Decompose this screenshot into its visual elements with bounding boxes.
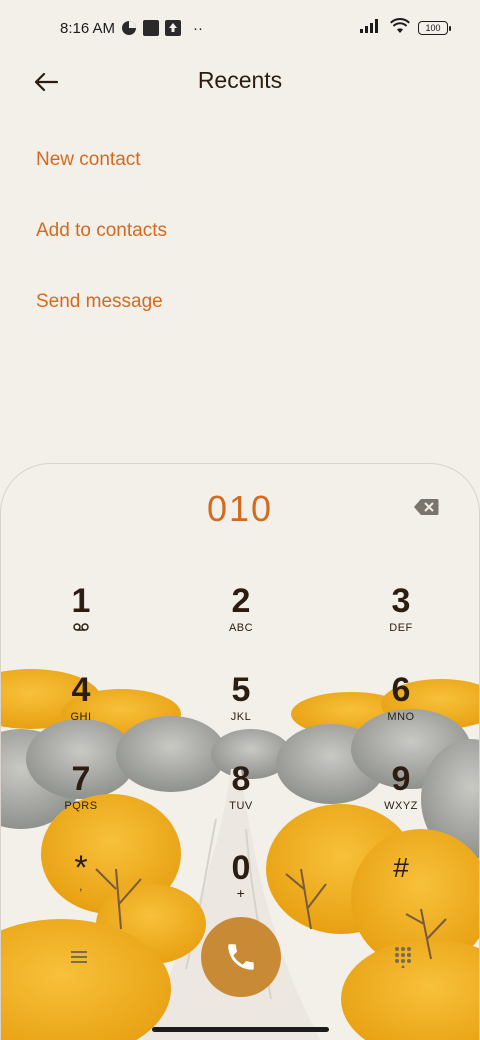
key-letters: DEF — [389, 622, 413, 634]
header: Recents — [0, 56, 480, 108]
key-letters: JKL — [230, 711, 252, 723]
battery-icon: 100 — [418, 21, 451, 35]
upload-icon — [165, 20, 182, 36]
key-letters: + — [236, 885, 246, 901]
key-digit: 1 — [71, 582, 91, 620]
action-list: New contact Add to contacts Send message — [36, 128, 167, 341]
key-digit: 0 — [231, 849, 251, 887]
data-saver-icon — [121, 20, 137, 36]
key-digit: 8 — [231, 760, 251, 798]
home-indicator[interactable] — [152, 1027, 329, 1032]
status-bar: 8:16 AM ·· 100 — [0, 0, 480, 56]
key-letters: , — [79, 881, 83, 893]
notification-square-icon — [143, 20, 160, 36]
key-digit: 5 — [231, 671, 251, 709]
key-6[interactable]: 6 MNO — [351, 671, 451, 751]
dialer-panel: 010 1 2 ABC 3 DEF 4 GHI 5 JKL 6 MNO 7 PQ… — [0, 463, 480, 1040]
key-digit: 4 — [71, 671, 91, 709]
key-digit: 2 — [231, 582, 251, 620]
key-letters: TUV — [229, 800, 253, 812]
key-letters: WXYZ — [384, 800, 418, 812]
key-letters: ABC — [228, 622, 254, 634]
page-title: Recents — [197, 67, 283, 93]
key-digit: 9 — [391, 760, 411, 798]
voicemail-icon — [31, 622, 131, 634]
key-star[interactable]: * , — [31, 849, 131, 929]
status-time: 8:16 AM — [60, 19, 116, 37]
call-button[interactable] — [201, 917, 281, 997]
key-letters: PQRS — [64, 800, 98, 812]
more-notifications: ·· — [193, 19, 204, 37]
key-letters: GHI — [70, 711, 92, 723]
key-digit: # — [393, 852, 409, 883]
key-5[interactable]: 5 JKL — [191, 671, 291, 751]
dialpad-toggle-button[interactable] — [383, 939, 423, 975]
key-1[interactable]: 1 — [31, 582, 131, 662]
wifi-icon — [390, 18, 410, 38]
key-4[interactable]: 4 GHI — [31, 671, 131, 751]
signal-icon — [360, 19, 382, 37]
key-letters: MNO — [387, 711, 415, 723]
key-9[interactable]: 9 WXYZ — [351, 760, 451, 840]
add-to-contacts-link[interactable]: Add to contacts — [36, 199, 167, 270]
send-message-link[interactable]: Send message — [36, 270, 167, 341]
key-2[interactable]: 2 ABC — [191, 582, 291, 662]
menu-button[interactable] — [59, 939, 99, 975]
phone-icon — [228, 944, 254, 970]
key-7[interactable]: 7 PQRS — [31, 760, 131, 840]
backspace-button[interactable] — [413, 498, 439, 516]
key-digit: 3 — [391, 582, 411, 620]
battery-level: 100 — [425, 23, 441, 33]
key-digit: 6 — [391, 671, 411, 709]
backspace-icon — [414, 499, 439, 515]
dialed-number: 010 — [206, 488, 274, 529]
key-3[interactable]: 3 DEF — [351, 582, 451, 662]
new-contact-link[interactable]: New contact — [36, 128, 167, 199]
key-8[interactable]: 8 TUV — [191, 760, 291, 840]
key-hash[interactable]: # — [351, 849, 451, 929]
dialpad-icon — [395, 947, 411, 968]
key-digit: 7 — [71, 760, 91, 798]
menu-icon — [71, 951, 87, 963]
